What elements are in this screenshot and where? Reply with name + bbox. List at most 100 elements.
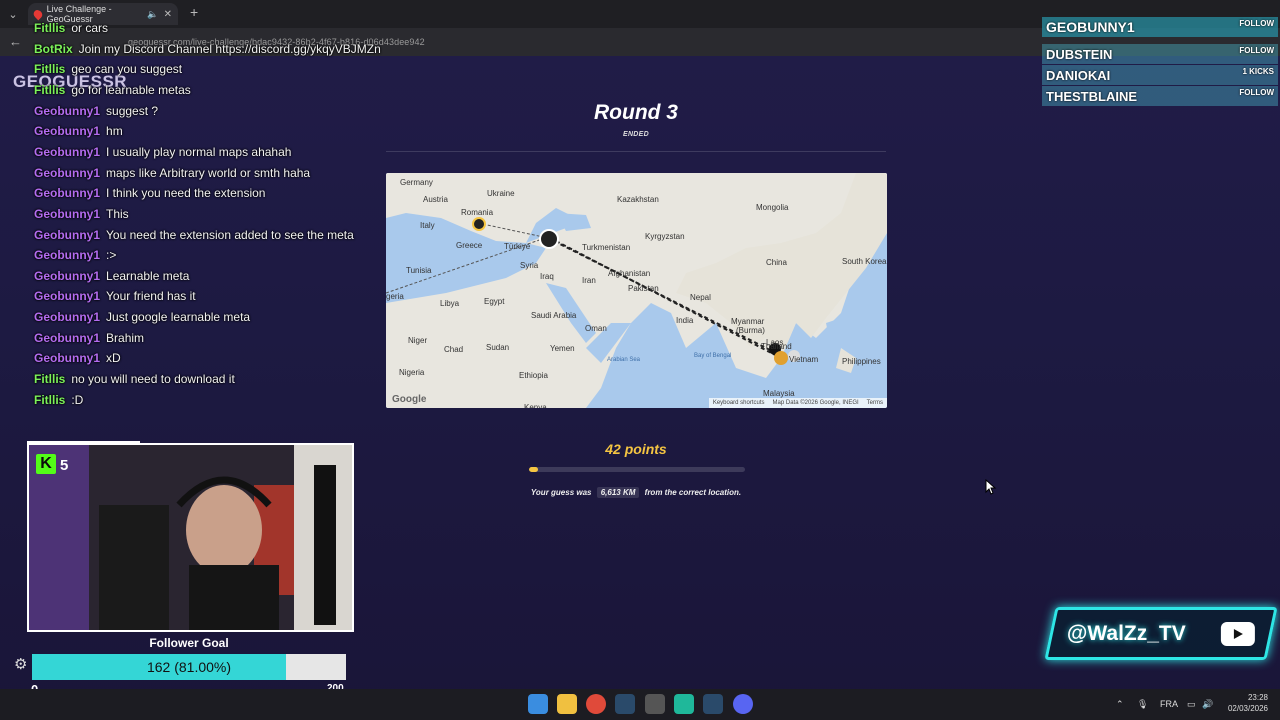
map-label: Iraq (540, 272, 554, 281)
map-footer: Keyboard shortcuts Map Data ©2026 Google… (708, 398, 887, 408)
event-row: DANIOKAI 1 KICKS (1042, 65, 1278, 85)
system-clock[interactable]: 23:28 02/03/2026 (1222, 692, 1268, 714)
chat-username[interactable]: Geobunny1 (34, 351, 100, 365)
divider (386, 151, 886, 152)
gear-icon[interactable]: ⚙ (14, 655, 27, 673)
keyboard-shortcuts-link[interactable]: Keyboard shortcuts (713, 400, 765, 406)
map-label: Saudi Arabia (531, 311, 577, 320)
map-label: Greece (456, 241, 483, 250)
chat-username[interactable]: Geobunny1 (34, 104, 100, 118)
chat-text: Just google learnable meta (106, 310, 251, 325)
result-map[interactable]: Germany Ukraine Kazakhstan Mongolia Austria R… (386, 173, 887, 408)
event-action: FOLLOW (1239, 19, 1274, 28)
map-label: Ethiopia (519, 371, 548, 380)
google-logo: Google (392, 394, 427, 405)
chat-text: geo can you suggest (71, 62, 183, 77)
close-tab-icon[interactable]: ✕ (164, 9, 172, 20)
map-label: Pakistan (628, 284, 659, 293)
chat-text: Join my Discord Channel https://discord.… (78, 41, 381, 56)
score-progress-fill (529, 467, 538, 472)
chat-text: maps like Arbitrary world or smth haha (106, 165, 311, 180)
tray-chevron-icon[interactable]: ⌃ (1116, 699, 1124, 710)
map-label: Yemen (550, 344, 575, 353)
distance-suffix: from the correct location. (644, 488, 742, 497)
back-arrow-icon[interactable]: ← (9, 34, 22, 49)
chat-username[interactable]: Geobunny1 (34, 228, 100, 242)
chat-message: Geobunny1 Brahim (34, 330, 144, 346)
event-action: FOLLOW (1239, 46, 1274, 55)
file-explorer-icon[interactable] (557, 694, 577, 714)
chat-username[interactable]: Geobunny1 (34, 248, 100, 262)
chat-username[interactable]: Fitllis (34, 393, 65, 407)
event-user: GEOBUNNY1 (1046, 19, 1135, 35)
app-icon[interactable] (674, 694, 694, 714)
microphone-icon[interactable]: 🎙 (1137, 699, 1148, 710)
map-label: Iran (582, 276, 596, 285)
chat-message: Fitllis go for learnable metas (34, 82, 191, 98)
chat-username[interactable]: Geobunny1 (34, 310, 100, 324)
map-label: Oman (585, 324, 607, 333)
social-handle: @WalZz_TV (1067, 621, 1186, 645)
chat-message: Geobunny1 hm (34, 123, 123, 139)
network-icon[interactable]: ▭ (1187, 699, 1196, 710)
map-label: Kazakhstan (617, 195, 659, 204)
round-title: Round 3 (594, 101, 678, 124)
map-label: Syria (520, 261, 539, 270)
kick-viewer-count: 5 (60, 457, 69, 474)
chat-username[interactable]: BotRix (34, 42, 73, 56)
kick-logo-icon: K (36, 454, 56, 474)
chat-text: suggest ? (106, 103, 159, 118)
chat-text: no you will need to download it (71, 372, 235, 387)
chat-message: Geobunny1 maps like Arbitrary world or sm… (34, 165, 310, 181)
chat-username[interactable]: Fitllis (34, 62, 65, 76)
steam-icon[interactable] (615, 694, 635, 714)
chat-username[interactable]: Geobunny1 (34, 145, 100, 159)
volume-icon[interactable]: 🔊 (1202, 699, 1213, 710)
chat-username[interactable]: Geobunny1 (34, 289, 100, 303)
youtube-icon (1221, 621, 1255, 646)
chat-text: Brahim (106, 330, 145, 345)
chat-text: I usually play normal maps ahahah (106, 144, 292, 159)
chat-username[interactable]: Geobunny1 (34, 331, 100, 345)
chat-username[interactable]: Fitllis (34, 372, 65, 386)
map-label: (Burma) (736, 326, 765, 335)
distance-value: 6,613 KM (596, 487, 640, 498)
mouse-cursor-icon (985, 479, 997, 495)
map-label: Malaysia (763, 389, 795, 398)
chat-text: hm (106, 124, 123, 139)
chat-text: xD (106, 351, 121, 366)
chat-username[interactable]: Geobunny1 (34, 166, 100, 180)
map-label: South Korea (842, 257, 887, 266)
chat-message: Geobunny1 This (34, 206, 129, 222)
new-tab-icon[interactable]: + (190, 4, 198, 20)
discord-icon[interactable] (733, 694, 753, 714)
chat-username[interactable]: Fitllis (34, 83, 65, 97)
chrome-icon[interactable] (586, 694, 606, 714)
chat-text: I think you need the extension (106, 186, 266, 201)
follower-goal-title: Follower Goal (149, 636, 229, 650)
steam-icon-2[interactable] (703, 694, 723, 714)
event-row: GEOBUNNY1 FOLLOW (1042, 17, 1278, 37)
chat-username[interactable]: Fitllis (34, 21, 65, 35)
event-row: THESTBLAINE FOLLOW (1042, 86, 1278, 106)
chat-username[interactable]: Geobunny1 (34, 269, 100, 283)
chat-text: This (106, 206, 129, 221)
map-label: Italy (420, 221, 435, 230)
map-label: Kyrgyzstan (645, 232, 685, 241)
event-action: FOLLOW (1239, 88, 1274, 97)
chat-username[interactable]: Geobunny1 (34, 124, 100, 138)
score-points: 42 points (605, 441, 667, 457)
event-user: DANIOKAI (1046, 67, 1111, 83)
input-language[interactable]: FRA (1160, 699, 1178, 709)
tab-list-chevron-icon[interactable]: ⌄ (0, 0, 26, 28)
chat-username[interactable]: Geobunny1 (34, 186, 100, 200)
windows-taskbar (0, 689, 1280, 720)
map-label: Egypt (484, 297, 505, 306)
chat-message: Geobunny1 You need the extension added to… (34, 227, 354, 243)
speaker-icon[interactable]: 🔈 (147, 9, 158, 20)
round-status: ENDED (622, 131, 649, 138)
terms-link[interactable]: Terms (867, 400, 883, 406)
windows-start-icon[interactable] (528, 694, 548, 714)
settings-icon[interactable] (645, 694, 665, 714)
chat-username[interactable]: Geobunny1 (34, 207, 100, 221)
